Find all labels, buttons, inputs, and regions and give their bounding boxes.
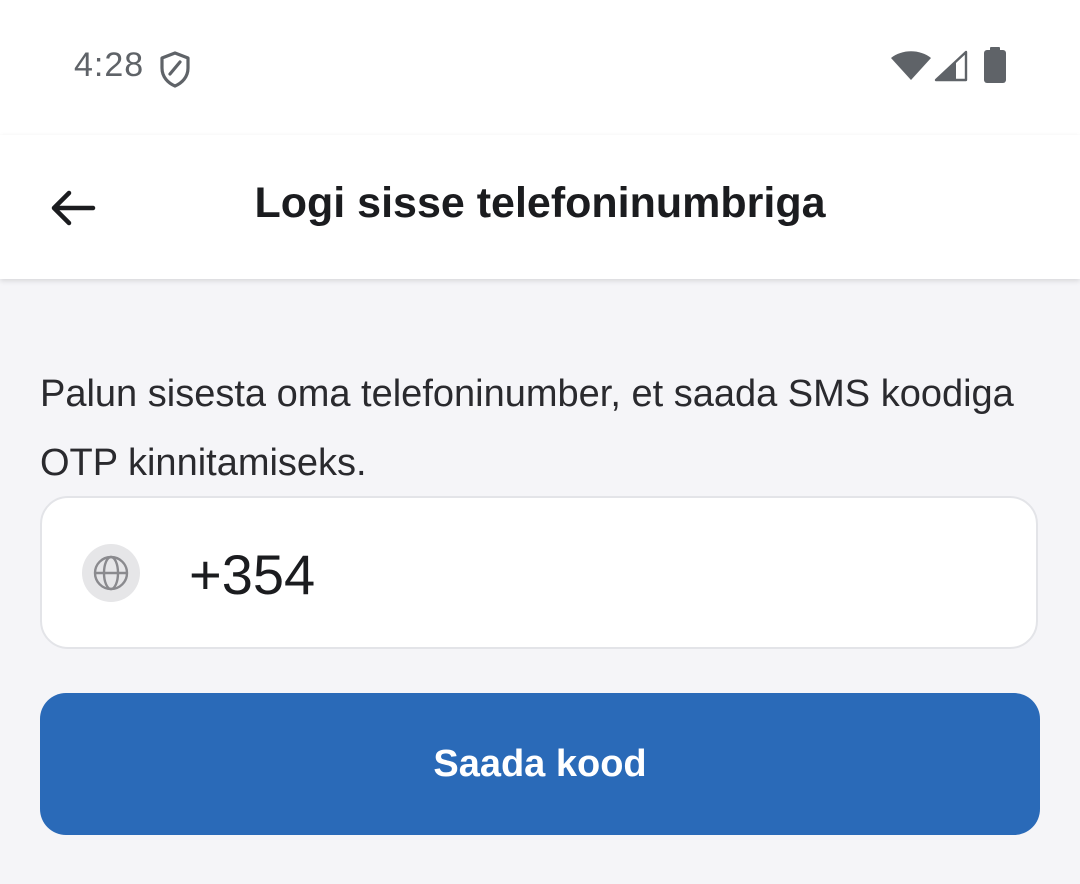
app-bar: Logi sisse telefoninumbriga xyxy=(0,135,1080,279)
wifi-icon xyxy=(891,51,931,80)
cellular-signal-icon xyxy=(934,50,968,82)
page-title: Logi sisse telefoninumbriga xyxy=(254,179,826,227)
battery-icon xyxy=(984,47,1006,83)
phone-number-input[interactable] xyxy=(189,528,989,620)
phone-number-field[interactable] xyxy=(40,496,1038,649)
globe-icon xyxy=(93,555,129,591)
instructions-text: Palun sisesta oma telefoninumber, et saa… xyxy=(40,373,1014,484)
shield-icon xyxy=(160,51,190,88)
country-picker[interactable] xyxy=(82,544,140,602)
send-code-button[interactable]: Saada kood xyxy=(40,693,1040,835)
status-time: 4:28 xyxy=(74,46,145,84)
status-bar: 4:28 xyxy=(0,0,1080,135)
